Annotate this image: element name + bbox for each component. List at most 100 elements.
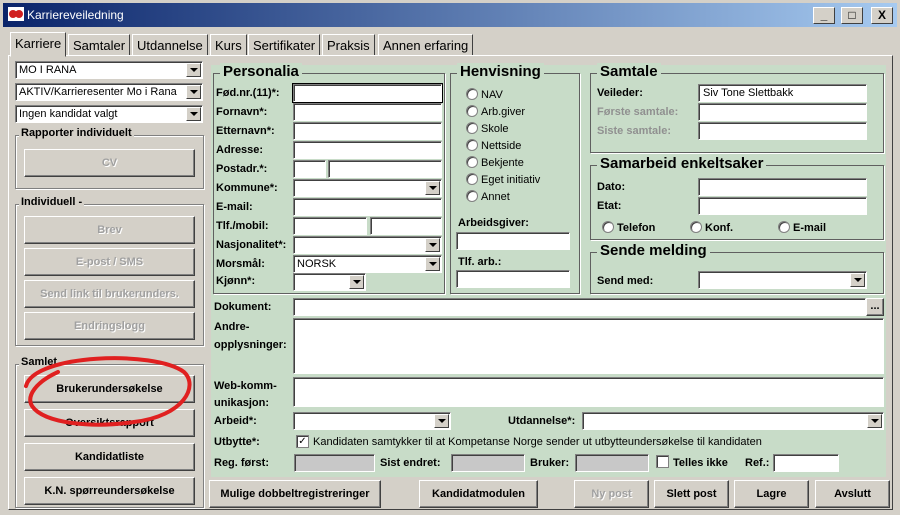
- tlf-label: Tlf./mobil:: [216, 220, 269, 232]
- tlf-input[interactable]: [293, 217, 367, 235]
- chevron-down-icon: [186, 63, 201, 77]
- dokument-input[interactable]: [293, 298, 866, 316]
- radio-nav[interactable]: [466, 88, 478, 100]
- morsmal-value: NORSK: [297, 258, 337, 270]
- telles-ikke-checkbox[interactable]: [656, 455, 669, 468]
- siste-samtale-input[interactable]: [698, 122, 867, 140]
- andre-label-line1: Andre-: [214, 321, 250, 333]
- ny-post-button[interactable]: Ny post: [574, 480, 649, 508]
- sende-melding-title: Sende melding: [597, 242, 710, 259]
- epost-sms-button[interactable]: E-post / SMS: [24, 248, 195, 276]
- arbeid-label: Arbeid*:: [214, 415, 257, 427]
- utdannelse-select[interactable]: [582, 412, 884, 430]
- chevron-down-icon: [186, 85, 201, 99]
- radio-konf[interactable]: [690, 221, 702, 233]
- postnr-input[interactable]: [293, 160, 326, 178]
- morsmal-select[interactable]: NORSK: [293, 255, 442, 273]
- siste-samtale-label: Siste samtale:: [597, 125, 671, 137]
- ref-input[interactable]: [773, 454, 839, 472]
- etat-input[interactable]: [698, 197, 867, 215]
- chevron-down-icon: [349, 275, 364, 289]
- reg-forst-field: [294, 454, 375, 472]
- close-button[interactable]: X: [871, 7, 893, 24]
- fodnr-input[interactable]: [293, 84, 442, 102]
- radio-arbgiver[interactable]: [466, 105, 478, 117]
- dato-label: Dato:: [597, 181, 626, 193]
- utdannelse-label: Utdannelse*:: [508, 415, 576, 427]
- etat-label: Etat:: [597, 200, 622, 212]
- dato-input[interactable]: [698, 178, 867, 196]
- browse-button[interactable]: ...: [866, 298, 884, 316]
- etternavn-label: Etternavn*:: [216, 125, 275, 137]
- web-label-line1: Web-komm-: [214, 380, 277, 392]
- reg-forst-label: Reg. først:: [214, 457, 269, 469]
- send-med-select[interactable]: [698, 271, 867, 289]
- cv-button[interactable]: CV: [24, 149, 195, 177]
- email-input[interactable]: [293, 198, 442, 216]
- radio-telefon[interactable]: [602, 221, 614, 233]
- web-label-line2: unikasjon:: [214, 397, 270, 409]
- mobil-input[interactable]: [370, 217, 442, 235]
- veileder-label: Veileder:: [597, 87, 643, 99]
- kommune-label: Kommune*:: [216, 182, 278, 194]
- arbeid-select[interactable]: [293, 412, 451, 430]
- web-kommunikasjon-textarea[interactable]: [293, 377, 884, 407]
- radio-telefon-label: Telefon: [617, 222, 656, 234]
- poststed-input[interactable]: [328, 160, 442, 178]
- radio-nettside[interactable]: [466, 139, 478, 151]
- radio-skole[interactable]: [466, 122, 478, 134]
- radio-email[interactable]: [778, 221, 790, 233]
- etternavn-input[interactable]: [293, 122, 442, 140]
- fornavn-input[interactable]: [293, 103, 442, 121]
- slett-post-button[interactable]: Slett post: [654, 480, 729, 508]
- radio-eget-initiativ[interactable]: [466, 173, 478, 185]
- utbytte-checkbox[interactable]: ✓: [296, 435, 309, 448]
- group-label: Individuell -: [19, 196, 85, 208]
- location-select[interactable]: MO I RANA: [15, 61, 203, 79]
- chevron-down-icon: [425, 238, 440, 252]
- tab-utdannelse[interactable]: Utdannelse: [132, 34, 208, 56]
- endringslogg-button[interactable]: Endringslogg: [24, 312, 195, 340]
- mulige-dobbeltregistreringer-button[interactable]: Mulige dobbeltregistreringer: [209, 480, 381, 508]
- forste-samtale-input[interactable]: [698, 103, 867, 121]
- radio-bekjente[interactable]: [466, 156, 478, 168]
- send-link-button[interactable]: Send link til brukerunders.: [24, 280, 195, 308]
- veileder-input[interactable]: Siv Tone Slettbakk: [698, 84, 867, 102]
- sist-endret-field: [451, 454, 525, 472]
- radio-skole-label: Skole: [481, 123, 509, 135]
- lagre-button[interactable]: Lagre: [734, 480, 809, 508]
- tab-karriere[interactable]: Karriere: [10, 32, 67, 57]
- kandidatliste-button[interactable]: Kandidatliste: [24, 443, 195, 471]
- tab-annen-erfaring[interactable]: Annen erfaring: [378, 34, 474, 56]
- adresse-input[interactable]: [293, 141, 442, 159]
- nasjonalitet-select[interactable]: [293, 236, 442, 254]
- arbeidsgiver-input[interactable]: [456, 232, 570, 250]
- radio-nettside-label: Nettside: [481, 140, 522, 152]
- radio-eget-initiativ-label: Eget initiativ: [481, 174, 541, 186]
- maximize-button[interactable]: □: [841, 7, 863, 24]
- minimize-button[interactable]: _: [813, 7, 835, 24]
- center-select[interactable]: AKTIV/Karrieresenter Mo i Rana: [15, 83, 203, 101]
- morsmal-label: Morsmål:: [216, 258, 265, 270]
- kjonn-select[interactable]: [293, 273, 366, 291]
- tlf-arb-input[interactable]: [456, 270, 570, 288]
- avslutt-button[interactable]: Avslutt: [815, 480, 890, 508]
- brev-button[interactable]: Brev: [24, 216, 195, 244]
- kommune-select[interactable]: [293, 179, 442, 197]
- application-window: Karriereveiledning _ □ X Karriere Samtal…: [0, 0, 900, 515]
- samtale-title: Samtale: [597, 63, 661, 80]
- kn-sporreundersokelse-button[interactable]: K.N. spørreundersøkelse: [24, 477, 195, 505]
- veileder-value: Siv Tone Slettbakk: [703, 87, 794, 99]
- kandidatmodulen-button[interactable]: Kandidatmodulen: [419, 480, 538, 508]
- radio-bekjente-label: Bekjente: [481, 157, 524, 169]
- bruker-label: Bruker:: [530, 457, 570, 469]
- tab-samtaler[interactable]: Samtaler: [68, 34, 131, 56]
- tab-kurs[interactable]: Kurs: [210, 34, 247, 56]
- bruker-field: [575, 454, 649, 472]
- tab-sertifikater[interactable]: Sertifikater: [248, 34, 321, 56]
- andre-opplysninger-textarea[interactable]: [293, 318, 884, 374]
- tab-praksis[interactable]: Praksis: [322, 34, 375, 56]
- candidate-select[interactable]: Ingen kandidat valgt: [15, 105, 203, 123]
- maximize-icon: □: [848, 8, 856, 22]
- radio-annet[interactable]: [466, 190, 478, 202]
